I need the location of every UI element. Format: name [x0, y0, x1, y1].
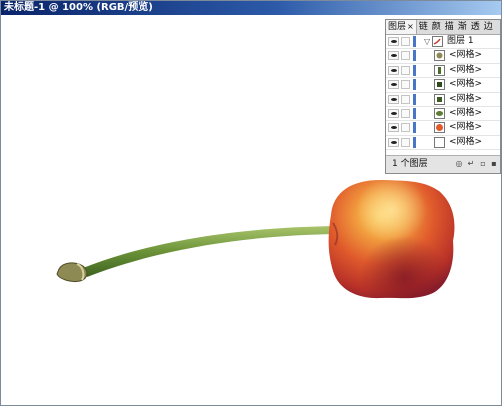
sublayer-row[interactable]: <网格>: [386, 107, 500, 122]
layer-color-bar: [413, 64, 416, 76]
delete-layer-icon[interactable]: ▪: [489, 159, 499, 169]
stem-dark-thumb-icon: [434, 93, 445, 105]
sublayer-row[interactable]: <网格>: [386, 64, 500, 79]
sublayer-row[interactable]: <网格>: [386, 78, 500, 93]
layer-thumbnail: [432, 36, 443, 47]
cherry-thumb-icon: [434, 122, 445, 134]
layer-color-bar: [413, 136, 416, 148]
tab-stroke[interactable]: 描: [443, 21, 456, 34]
layer-list[interactable]: ▽ 图层 1 <网格> <网格> <网格> <网格> <网格> <网格> <网格…: [386, 35, 500, 155]
document-window: 未标题-1 @ 100% (RGB/预览) 图层× 链 颜 描 渐 透 边 ▽ …: [0, 0, 502, 406]
layer-color-bar: [413, 79, 416, 91]
close-icon[interactable]: ×: [407, 22, 414, 31]
visibility-eye-icon[interactable]: [388, 108, 399, 118]
leaf-thumb-icon: [434, 107, 445, 119]
tab-layers-label: 图层: [388, 22, 407, 32]
tab-links[interactable]: 链: [417, 21, 430, 34]
cherry-highlight: [328, 179, 455, 299]
layer-color-bar: [413, 122, 416, 134]
sublayer-row[interactable]: <网格>: [386, 121, 500, 136]
layer-row[interactable]: ▽ 图层 1: [386, 35, 500, 50]
new-sublayer-icon[interactable]: ↵: [466, 159, 476, 169]
visibility-eye-icon[interactable]: [388, 80, 399, 90]
sublayer-row[interactable]: <网格>: [386, 136, 500, 151]
layer-color-bar: [413, 36, 416, 47]
tab-transparency[interactable]: 透: [469, 21, 482, 34]
visibility-eye-icon[interactable]: [388, 37, 399, 46]
stem-dark-thumb-icon: [434, 79, 445, 91]
sublayer-name[interactable]: <网格>: [449, 49, 482, 62]
sublayer-name[interactable]: <网格>: [449, 136, 482, 149]
make-clipping-mask-icon[interactable]: ◎: [454, 159, 464, 169]
lock-toggle[interactable]: [401, 123, 410, 133]
sublayer-name[interactable]: <网格>: [449, 93, 482, 106]
sublayer-name[interactable]: <网格>: [449, 64, 482, 77]
empty-thumb-icon: [434, 136, 445, 148]
panel-tab-bar: 图层× 链 颜 描 渐 透 边: [386, 20, 500, 35]
visibility-eye-icon[interactable]: [388, 94, 399, 104]
visibility-eye-icon[interactable]: [388, 123, 399, 133]
cherry-stem: [83, 226, 340, 277]
window-title: 未标题-1 @ 100% (RGB/预览): [1, 1, 501, 15]
panel-footer: 1 个图层 ◎ ↵ ▫ ▪: [386, 155, 500, 173]
sublayer-row[interactable]: <网格>: [386, 93, 500, 107]
lock-toggle[interactable]: [401, 94, 410, 104]
lock-toggle[interactable]: [401, 80, 410, 90]
layer-color-bar: [413, 50, 416, 62]
tab-gradient[interactable]: 渐: [456, 21, 469, 34]
stem-end-thumb-icon: [434, 50, 445, 62]
sublayer-name[interactable]: <网格>: [449, 107, 482, 120]
layer-count: 1 个图层: [392, 159, 428, 169]
lock-toggle[interactable]: [401, 65, 410, 75]
tab-layers[interactable]: 图层×: [386, 20, 417, 34]
sublayer-name[interactable]: <网格>: [449, 78, 482, 91]
layer-color-bar: [413, 93, 416, 105]
expand-triangle-icon[interactable]: ▽: [424, 35, 430, 48]
layers-panel: 图层× 链 颜 描 渐 透 边 ▽ 图层 1 <网格> <网格> <网格> <网…: [385, 19, 501, 174]
visibility-eye-icon[interactable]: [388, 65, 399, 75]
lock-toggle[interactable]: [401, 37, 410, 46]
sublayer-row[interactable]: <网格>: [386, 49, 500, 64]
sublayer-name[interactable]: <网格>: [449, 121, 482, 134]
visibility-eye-icon[interactable]: [388, 51, 399, 61]
lock-toggle[interactable]: [401, 51, 410, 61]
lock-toggle[interactable]: [401, 137, 410, 147]
stem-thumb-icon: [434, 64, 445, 76]
layer-color-bar: [413, 107, 416, 119]
layer-name[interactable]: 图层 1: [447, 35, 474, 48]
tab-color[interactable]: 颜: [430, 21, 443, 34]
lock-toggle[interactable]: [401, 108, 410, 118]
tab-align[interactable]: 边: [482, 21, 495, 34]
visibility-eye-icon[interactable]: [388, 137, 399, 147]
new-layer-icon[interactable]: ▫: [478, 159, 488, 169]
